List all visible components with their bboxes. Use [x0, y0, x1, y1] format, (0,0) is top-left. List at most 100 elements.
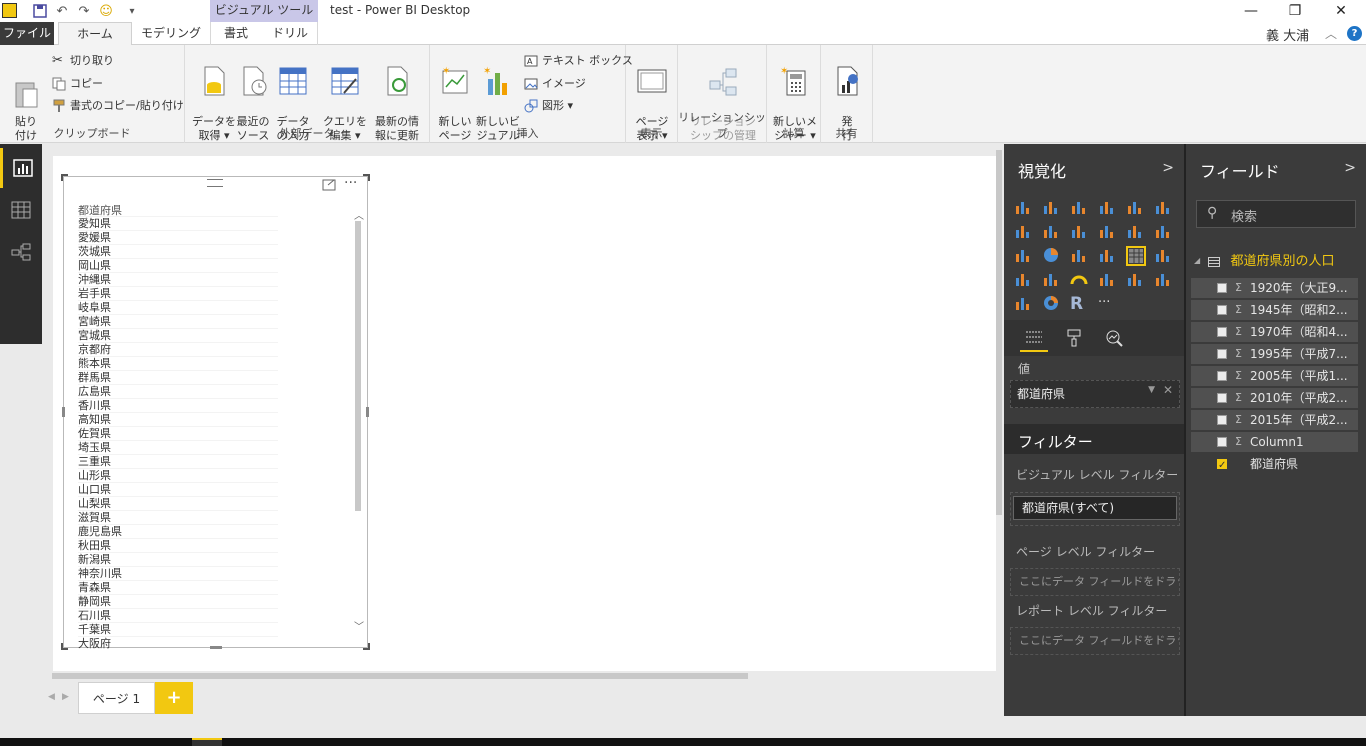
table-row[interactable]: 茨城県 [78, 244, 278, 258]
r-visual-icon[interactable]: R [1070, 294, 1090, 314]
table-row[interactable]: 高知県 [78, 412, 278, 426]
collapse-viz-pane-icon[interactable]: > [1162, 160, 1174, 176]
undo-icon[interactable]: ↶ [54, 3, 70, 19]
table-row[interactable]: 滋賀県 [78, 510, 278, 524]
add-page-button[interactable]: + [155, 682, 193, 714]
smiley-feedback-icon[interactable]: ☺ [98, 3, 114, 19]
canvas-vertical-scrollbar[interactable] [996, 150, 1002, 515]
resize-handle-tl[interactable] [61, 174, 68, 181]
table-row[interactable]: 熊本県 [78, 356, 278, 370]
field-checkbox[interactable] [1217, 327, 1227, 337]
field-checkbox[interactable] [1217, 437, 1227, 447]
canvas-horizontal-scrollbar[interactable] [52, 673, 748, 679]
expand-arrow-icon[interactable]: ◢ [1194, 256, 1200, 265]
line-chart-icon[interactable] [1014, 222, 1034, 242]
tab-home[interactable]: ホーム [58, 22, 132, 46]
report-level-drop-zone[interactable]: ここにデータ フィールドをドラッグ... [1010, 627, 1180, 655]
visual-filter-card[interactable]: 都道府県(すべて) [1013, 496, 1177, 520]
table-row[interactable]: 群馬県 [78, 370, 278, 384]
table-row[interactable]: 愛知県 [78, 216, 278, 230]
stacked-area-chart-icon[interactable] [1070, 222, 1090, 242]
table-row[interactable]: 広島県 [78, 384, 278, 398]
resize-handle-bl[interactable] [61, 643, 68, 650]
field-checkbox[interactable] [1217, 305, 1227, 315]
table-row[interactable]: 岐阜県 [78, 300, 278, 314]
image-button[interactable]: イメージ [524, 74, 586, 94]
line-stacked-column-chart-icon[interactable] [1126, 222, 1146, 242]
more-visuals-icon[interactable]: ··· [1098, 294, 1118, 314]
field-item[interactable]: Σ Column1 [1191, 432, 1358, 452]
new-page-button[interactable]: ✶ 新しい ページ ▾ [436, 51, 474, 157]
table-row[interactable]: 岡山県 [78, 258, 278, 272]
relationships-view-icon[interactable] [0, 232, 42, 272]
area-chart-icon[interactable] [1042, 222, 1062, 242]
table-row[interactable]: 青森県 [78, 580, 278, 594]
scatter-chart-icon[interactable] [1014, 246, 1034, 266]
remove-field-icon[interactable]: ✕ [1163, 383, 1173, 397]
field-item[interactable]: Σ 2005年（平成1... [1191, 366, 1358, 386]
copy-button[interactable]: コピー [52, 74, 103, 94]
field-item[interactable]: Σ 1920年（大正9... [1191, 278, 1358, 298]
page-tab-1[interactable]: ページ 1 [78, 682, 155, 714]
clustered-bar-chart-icon[interactable] [1070, 198, 1090, 218]
drag-grip-icon[interactable] [207, 179, 223, 187]
donut-chart-icon[interactable] [1042, 294, 1062, 314]
next-page-icon[interactable]: ▶ [62, 692, 69, 702]
customize-qat-icon[interactable]: ▾ [124, 3, 140, 19]
table-row[interactable]: 埼玉県 [78, 440, 278, 454]
collapse-ribbon-icon[interactable]: ︿ [1325, 25, 1337, 42]
table-row[interactable]: 神奈川県 [78, 566, 278, 580]
pie-chart-icon[interactable] [1042, 246, 1062, 266]
field-item[interactable]: Σ 1995年（平成7... [1191, 344, 1358, 364]
table-row[interactable]: 香川県 [78, 398, 278, 412]
field-item[interactable]: Σ 1970年（昭和4... [1191, 322, 1358, 342]
slicer-icon[interactable] [1014, 294, 1034, 314]
table-row[interactable]: 岩手県 [78, 286, 278, 300]
field-checkbox[interactable] [1217, 283, 1227, 293]
table-row[interactable]: 京都府 [78, 342, 278, 356]
clustered-column-chart-icon[interactable] [1098, 198, 1118, 218]
table-scroll-thumb[interactable] [355, 221, 361, 511]
card-icon[interactable] [1126, 270, 1146, 290]
field-checkbox[interactable] [1217, 393, 1227, 403]
table-visual[interactable]: ··· 都道府県 愛知県 愛媛県 茨城県 岡山県 沖縄県 岩手県 岐阜県 宮崎県 宮城県 京都府熊… [61, 174, 370, 650]
table-row[interactable]: 三重県 [78, 454, 278, 468]
100-stacked-column-chart-icon[interactable] [1154, 198, 1174, 218]
data-view-icon[interactable] [0, 190, 42, 230]
field-dropdown-icon[interactable]: ▼ [1148, 385, 1155, 395]
help-icon[interactable]: ? [1347, 26, 1362, 41]
ribbon-chart-icon[interactable] [1154, 222, 1174, 242]
tab-modeling[interactable]: モデリング [138, 22, 204, 45]
resize-handle-right[interactable] [366, 407, 369, 417]
table-row[interactable]: 石川県 [78, 608, 278, 622]
table-row[interactable]: 佐賀県 [78, 426, 278, 440]
field-item[interactable]: Σ 1945年（昭和2... [1191, 300, 1358, 320]
report-view-icon[interactable] [0, 148, 42, 188]
fields-well-icon[interactable] [1020, 324, 1048, 352]
scroll-up-icon[interactable]: ︿ [354, 207, 364, 222]
tab-file[interactable]: ファイル [0, 22, 54, 45]
restore-button[interactable]: ❐ [1272, 0, 1318, 22]
filled-map-icon[interactable] [1014, 270, 1034, 290]
table-row[interactable]: 沖縄県 [78, 272, 278, 286]
table-row[interactable]: 宮城県 [78, 328, 278, 342]
more-options-icon[interactable]: ··· [344, 175, 357, 191]
field-item[interactable]: 都道府県 [1191, 454, 1358, 476]
table-visual-icon[interactable] [1126, 246, 1146, 266]
field-item[interactable]: Σ 2010年（平成2... [1191, 388, 1358, 408]
tab-format[interactable]: 書式 [212, 22, 260, 45]
funnel-icon[interactable] [1042, 270, 1062, 290]
focus-mode-icon[interactable] [322, 179, 336, 191]
redo-icon[interactable]: ↷ [76, 3, 92, 19]
table-row[interactable]: 愛媛県 [78, 230, 278, 244]
analytics-icon[interactable] [1100, 324, 1128, 352]
table-row[interactable]: 山口県 [78, 482, 278, 496]
page-level-drop-zone[interactable]: ここにデータ フィールドをドラッグ... [1010, 568, 1180, 596]
table-row[interactable]: 大阪府 [78, 636, 278, 650]
scroll-down-icon[interactable]: ﹀ [354, 618, 364, 633]
minimize-button[interactable]: — [1228, 0, 1274, 22]
fields-search-input[interactable]: ⚲ 検索 [1196, 200, 1356, 228]
table-row[interactable]: 千葉県 [78, 622, 278, 636]
prev-page-icon[interactable]: ◀ [48, 692, 55, 702]
tab-drill[interactable]: ドリル [266, 22, 314, 45]
